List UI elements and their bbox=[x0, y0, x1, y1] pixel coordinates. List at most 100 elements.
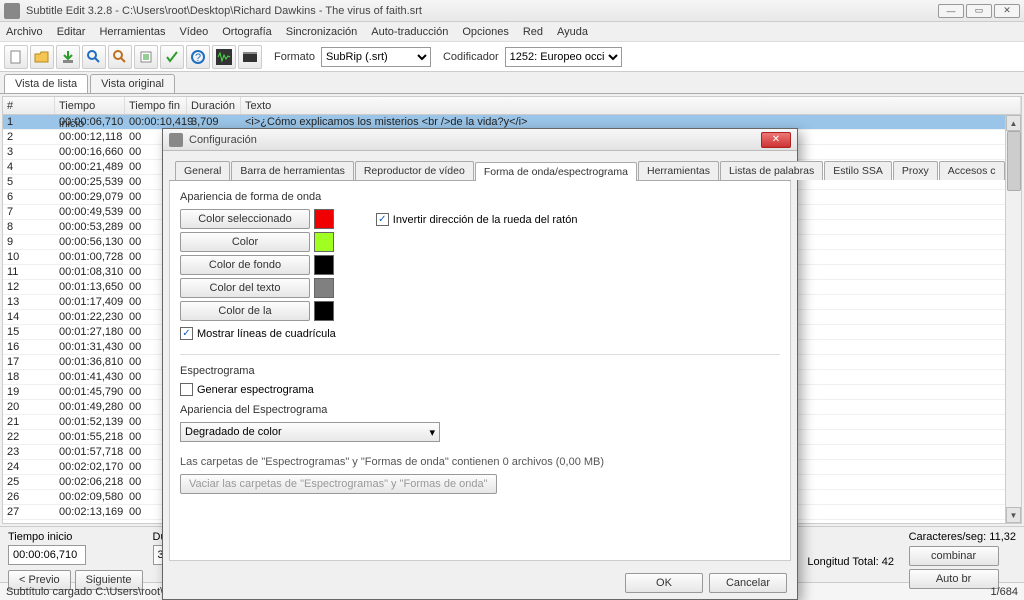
color-row: Color del texto bbox=[180, 278, 336, 298]
menu-editar[interactable]: Editar bbox=[57, 26, 86, 38]
combine-button[interactable]: combinar bbox=[909, 546, 999, 566]
invert-wheel-checkbox[interactable]: ✓ Invertir dirección de la rueda del rat… bbox=[376, 213, 578, 226]
table-cell: 9 bbox=[3, 235, 55, 249]
color-button[interactable]: Color del texto bbox=[180, 278, 310, 298]
empty-folders-button[interactable]: Vaciar las carpetas de "Espectrogramas" … bbox=[180, 474, 497, 494]
open-file-icon[interactable] bbox=[30, 45, 54, 69]
table-cell: 24 bbox=[3, 460, 55, 474]
menu-ortografia[interactable]: Ortografía bbox=[222, 26, 272, 38]
scroll-down-icon[interactable]: ▼ bbox=[1006, 507, 1021, 523]
table-cell: 00:01:17,409 bbox=[55, 295, 125, 309]
color-button[interactable]: Color bbox=[180, 232, 310, 252]
minimize-button[interactable]: — bbox=[938, 4, 964, 18]
format-select[interactable]: SubRip (.srt) bbox=[321, 47, 431, 67]
checkbox-icon: ✓ bbox=[180, 327, 193, 340]
settings-icon[interactable] bbox=[134, 45, 158, 69]
col-text[interactable]: Texto bbox=[241, 97, 1021, 114]
spectrogram-appearance-value: Degradado de color bbox=[185, 426, 282, 438]
col-start[interactable]: Tiempo inicio bbox=[55, 97, 125, 114]
settings-tab[interactable]: Listas de palabras bbox=[720, 161, 823, 180]
table-cell: 00:00:16,660 bbox=[55, 145, 125, 159]
scroll-thumb[interactable] bbox=[1007, 131, 1021, 191]
menu-video[interactable]: Vídeo bbox=[179, 26, 208, 38]
grid-checkbox[interactable]: ✓ Mostrar líneas de cuadrícula bbox=[180, 327, 336, 340]
menu-archivo[interactable]: Archivo bbox=[6, 26, 43, 38]
color-swatch[interactable] bbox=[314, 301, 334, 321]
table-cell: 16 bbox=[3, 340, 55, 354]
col-duration[interactable]: Duración bbox=[187, 97, 241, 114]
dialog-icon bbox=[169, 133, 183, 147]
scroll-up-icon[interactable]: ▲ bbox=[1006, 115, 1021, 131]
settings-tab[interactable]: Herramientas bbox=[638, 161, 719, 180]
svg-text:?: ? bbox=[195, 52, 201, 64]
table-cell: 00:01:49,280 bbox=[55, 400, 125, 414]
menu-opciones[interactable]: Opciones bbox=[462, 26, 508, 38]
save-icon[interactable] bbox=[56, 45, 80, 69]
col-end[interactable]: Tiempo fin bbox=[125, 97, 187, 114]
tab-original-view[interactable]: Vista original bbox=[90, 74, 175, 93]
table-cell: 00:00:21,489 bbox=[55, 160, 125, 174]
dialog-tabs: GeneralBarra de herramientasReproductor … bbox=[169, 155, 791, 181]
app-icon bbox=[4, 3, 20, 19]
generate-spectrogram-checkbox[interactable]: Generar espectrograma bbox=[180, 383, 780, 396]
table-cell: 00:01:57,718 bbox=[55, 445, 125, 459]
window-title: Subtitle Edit 3.2.8 - C:\Users\root\Desk… bbox=[26, 5, 938, 17]
close-button[interactable]: ✕ bbox=[994, 4, 1020, 18]
new-file-icon[interactable] bbox=[4, 45, 28, 69]
settings-tab[interactable]: Estilo SSA bbox=[824, 161, 892, 180]
checkbox-icon: ✓ bbox=[376, 213, 389, 226]
menu-bar: Archivo Editar Herramientas Vídeo Ortogr… bbox=[0, 22, 1024, 42]
auto-br-button[interactable]: Auto br bbox=[909, 569, 999, 589]
color-row: Color de la bbox=[180, 301, 336, 321]
spellcheck-icon[interactable] bbox=[160, 45, 184, 69]
video-icon[interactable] bbox=[238, 45, 262, 69]
table-cell: 00:01:55,218 bbox=[55, 430, 125, 444]
menu-sincronizacion[interactable]: Sincronización bbox=[286, 26, 358, 38]
help-icon[interactable]: ? bbox=[186, 45, 210, 69]
table-cell: 00:00:53,289 bbox=[55, 220, 125, 234]
tab-list-view[interactable]: Vista de lista bbox=[4, 74, 88, 93]
menu-red[interactable]: Red bbox=[523, 26, 543, 38]
table-header: # Tiempo inicio Tiempo fin Duración Text… bbox=[3, 97, 1021, 115]
spectrogram-appearance-select[interactable]: Degradado de color ▾ bbox=[180, 422, 440, 442]
waveform-icon[interactable] bbox=[212, 45, 236, 69]
encoder-select[interactable]: 1252: Europeo occi bbox=[505, 47, 622, 67]
cancel-button[interactable]: Cancelar bbox=[709, 573, 787, 593]
color-row: Color seleccionado bbox=[180, 209, 336, 229]
settings-tab[interactable]: General bbox=[175, 161, 230, 180]
menu-auto-traduccion[interactable]: Auto-traducción bbox=[371, 26, 448, 38]
table-cell: 00:01:45,790 bbox=[55, 385, 125, 399]
replace-icon[interactable] bbox=[108, 45, 132, 69]
search-icon[interactable] bbox=[82, 45, 106, 69]
table-cell: 00:01:36,810 bbox=[55, 355, 125, 369]
settings-tab[interactable]: Barra de herramientas bbox=[231, 161, 353, 180]
table-cell: 19 bbox=[3, 385, 55, 399]
table-cell: 00:01:41,430 bbox=[55, 370, 125, 384]
color-button[interactable]: Color seleccionado bbox=[180, 209, 310, 229]
table-scrollbar[interactable]: ▲ ▼ bbox=[1005, 115, 1021, 523]
settings-tab[interactable]: Accesos c bbox=[939, 161, 1005, 180]
color-swatch[interactable] bbox=[314, 232, 334, 252]
start-time-input[interactable] bbox=[8, 545, 86, 565]
settings-tab[interactable]: Proxy bbox=[893, 161, 938, 180]
dialog-close-button[interactable]: ✕ bbox=[761, 132, 791, 148]
color-swatch[interactable] bbox=[314, 278, 334, 298]
folders-info: Las carpetas de "Espectrogramas" y "Form… bbox=[180, 456, 780, 468]
table-cell: 00:01:22,230 bbox=[55, 310, 125, 324]
color-button[interactable]: Color de la bbox=[180, 301, 310, 321]
view-tabs: Vista de lista Vista original bbox=[0, 72, 1024, 94]
table-cell: 00:00:12,118 bbox=[55, 130, 125, 144]
color-swatch[interactable] bbox=[314, 255, 334, 275]
color-button[interactable]: Color de fondo bbox=[180, 255, 310, 275]
col-num[interactable]: # bbox=[3, 97, 55, 114]
menu-ayuda[interactable]: Ayuda bbox=[557, 26, 588, 38]
table-cell: 00:00:56,130 bbox=[55, 235, 125, 249]
table-cell: 3 bbox=[3, 145, 55, 159]
menu-herramientas[interactable]: Herramientas bbox=[99, 26, 165, 38]
maximize-button[interactable]: ▭ bbox=[966, 4, 992, 18]
settings-tab[interactable]: Reproductor de vídeo bbox=[355, 161, 474, 180]
settings-tab[interactable]: Forma de onda/espectrograma bbox=[475, 162, 637, 181]
chevron-down-icon: ▾ bbox=[429, 426, 435, 439]
ok-button[interactable]: OK bbox=[625, 573, 703, 593]
color-swatch[interactable] bbox=[314, 209, 334, 229]
